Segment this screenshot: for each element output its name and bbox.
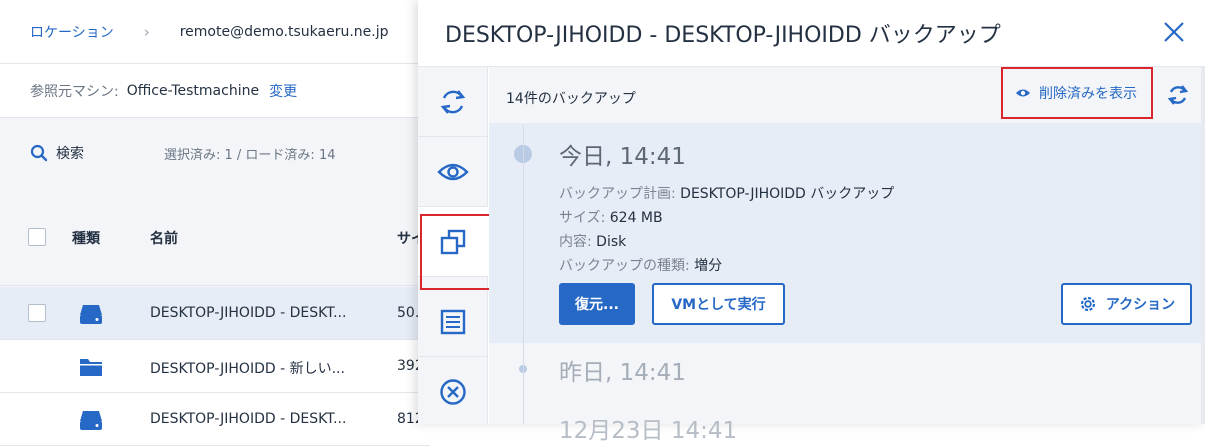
- sidebar-item-delete[interactable]: [418, 357, 488, 427]
- restore-button[interactable]: 復元...: [559, 283, 635, 325]
- field-value: 増分: [694, 258, 723, 274]
- backup-time-next: 12月23日 14:41: [559, 418, 738, 444]
- row-name: DESKTOP-JIHOIDD - DESKT...: [150, 411, 347, 427]
- reference-machine-bar: 参照元マシン: Office-Testmachine 変更: [0, 64, 430, 118]
- backup-entry[interactable]: 昨日, 14:41 12月23日 14:41: [489, 343, 1205, 444]
- panel-scrollbar[interactable]: [1201, 67, 1205, 424]
- show-deleted-label: 削除済みを表示: [1039, 86, 1137, 102]
- actions-button[interactable]: アクション: [1061, 283, 1192, 325]
- backup-type-field: バックアップの種類: 増分: [559, 255, 722, 275]
- gear-icon: [1080, 296, 1095, 312]
- list-icon: [440, 309, 466, 334]
- backup-count: 14件のバックアップ: [506, 91, 636, 107]
- row-checkbox[interactable]: [28, 304, 46, 322]
- field-value: 624 MB: [609, 210, 663, 226]
- selection-status: 選択済み: 1 / ロード済み: 14: [164, 147, 336, 163]
- show-deleted-button[interactable]: 削除済みを表示: [1001, 67, 1153, 119]
- change-machine-link[interactable]: 変更: [269, 81, 297, 101]
- field-label: サイズ:: [559, 210, 606, 226]
- breadcrumb: ロケーション › remote@demo.tsukaeru.ne.jp: [0, 0, 430, 64]
- table-row[interactable]: DESKTOP-JIHOIDD - DESKT... 812: [0, 393, 430, 446]
- field-label: 内容:: [559, 234, 592, 250]
- select-all-checkbox[interactable]: [28, 228, 46, 246]
- row-size: 50.: [397, 305, 420, 321]
- reference-machine-value: Office-Testmachine: [126, 82, 260, 99]
- backup-list-page: ロケーション › remote@demo.tsukaeru.ne.jp 参照元マ…: [0, 0, 430, 446]
- sidebar-item-recovery[interactable]: [418, 67, 488, 137]
- backup-size-field: サイズ: 624 MB: [559, 207, 663, 227]
- field-value: Disk: [596, 234, 627, 250]
- eye-icon: [437, 163, 469, 180]
- cancel-icon: [440, 379, 466, 405]
- drive-icon: [80, 411, 102, 430]
- backup-time: 昨日, 14:41: [559, 360, 686, 386]
- backup-detail-panel: DESKTOP-JIHOIDD - DESKTOP-JIHOIDD バックアップ: [418, 0, 1205, 444]
- row-name: DESKTOP-JIHOIDD - 新しい...: [150, 361, 345, 377]
- reference-machine-label: 参照元マシン:: [30, 83, 119, 100]
- timeline-line: [523, 125, 524, 424]
- row-name: DESKTOP-JIHOIDD - DESKT...: [150, 305, 347, 321]
- search-icon[interactable]: [30, 144, 48, 162]
- run-as-vm-button[interactable]: VMとして実行: [652, 283, 785, 325]
- field-label: バックアップ計画:: [559, 186, 676, 202]
- backup-list-content: 14件のバックアップ 削除済みを表示 今日, 14:41 バックアップ計画: D…: [489, 67, 1205, 444]
- table-row[interactable]: DESKTOP-JIHOIDD - 新しい... 392: [0, 340, 430, 393]
- panel-title: DESKTOP-JIHOIDD - DESKTOP-JIHOIDD バックアップ: [445, 23, 1001, 48]
- eye-icon: [1016, 89, 1030, 97]
- actions-label: アクション: [1105, 297, 1176, 313]
- field-label: バックアップの種類:: [559, 258, 690, 274]
- backup-entry[interactable]: 今日, 14:41 バックアップ計画: DESKTOP-JIHOIDD バックア…: [489, 123, 1205, 343]
- search-input[interactable]: 検索: [56, 143, 84, 163]
- backup-plan-field: バックアップ計画: DESKTOP-JIHOIDD バックアップ: [559, 183, 894, 203]
- column-header-name[interactable]: 名前: [150, 228, 178, 248]
- refresh-icon[interactable]: [1166, 83, 1190, 107]
- backup-time: 今日, 14:41: [559, 144, 686, 170]
- folder-icon: [80, 359, 102, 376]
- column-header-type[interactable]: 種類: [72, 228, 100, 248]
- search-bar: 検索 選択済み: 1 / ロード済み: 14: [0, 118, 430, 188]
- breadcrumb-current: remote@demo.tsukaeru.ne.jp: [179, 23, 389, 40]
- sidebar-highlight-box: [420, 214, 491, 290]
- breadcrumb-separator: ›: [143, 22, 150, 41]
- sidebar-item-view[interactable]: [418, 137, 488, 207]
- field-value: DESKTOP-JIHOIDD バックアップ: [680, 186, 895, 202]
- table-header: 種類 名前 サイ: [0, 188, 430, 286]
- table-row[interactable]: DESKTOP-JIHOIDD - DESKT... 50.: [0, 287, 430, 340]
- drive-icon: [80, 305, 102, 324]
- sync-icon: [440, 89, 466, 114]
- backup-content-field: 内容: Disk: [559, 231, 626, 251]
- sidebar-item-activities[interactable]: [418, 287, 488, 357]
- breadcrumb-locations-link[interactable]: ロケーション: [30, 22, 114, 42]
- close-icon[interactable]: [1162, 20, 1186, 44]
